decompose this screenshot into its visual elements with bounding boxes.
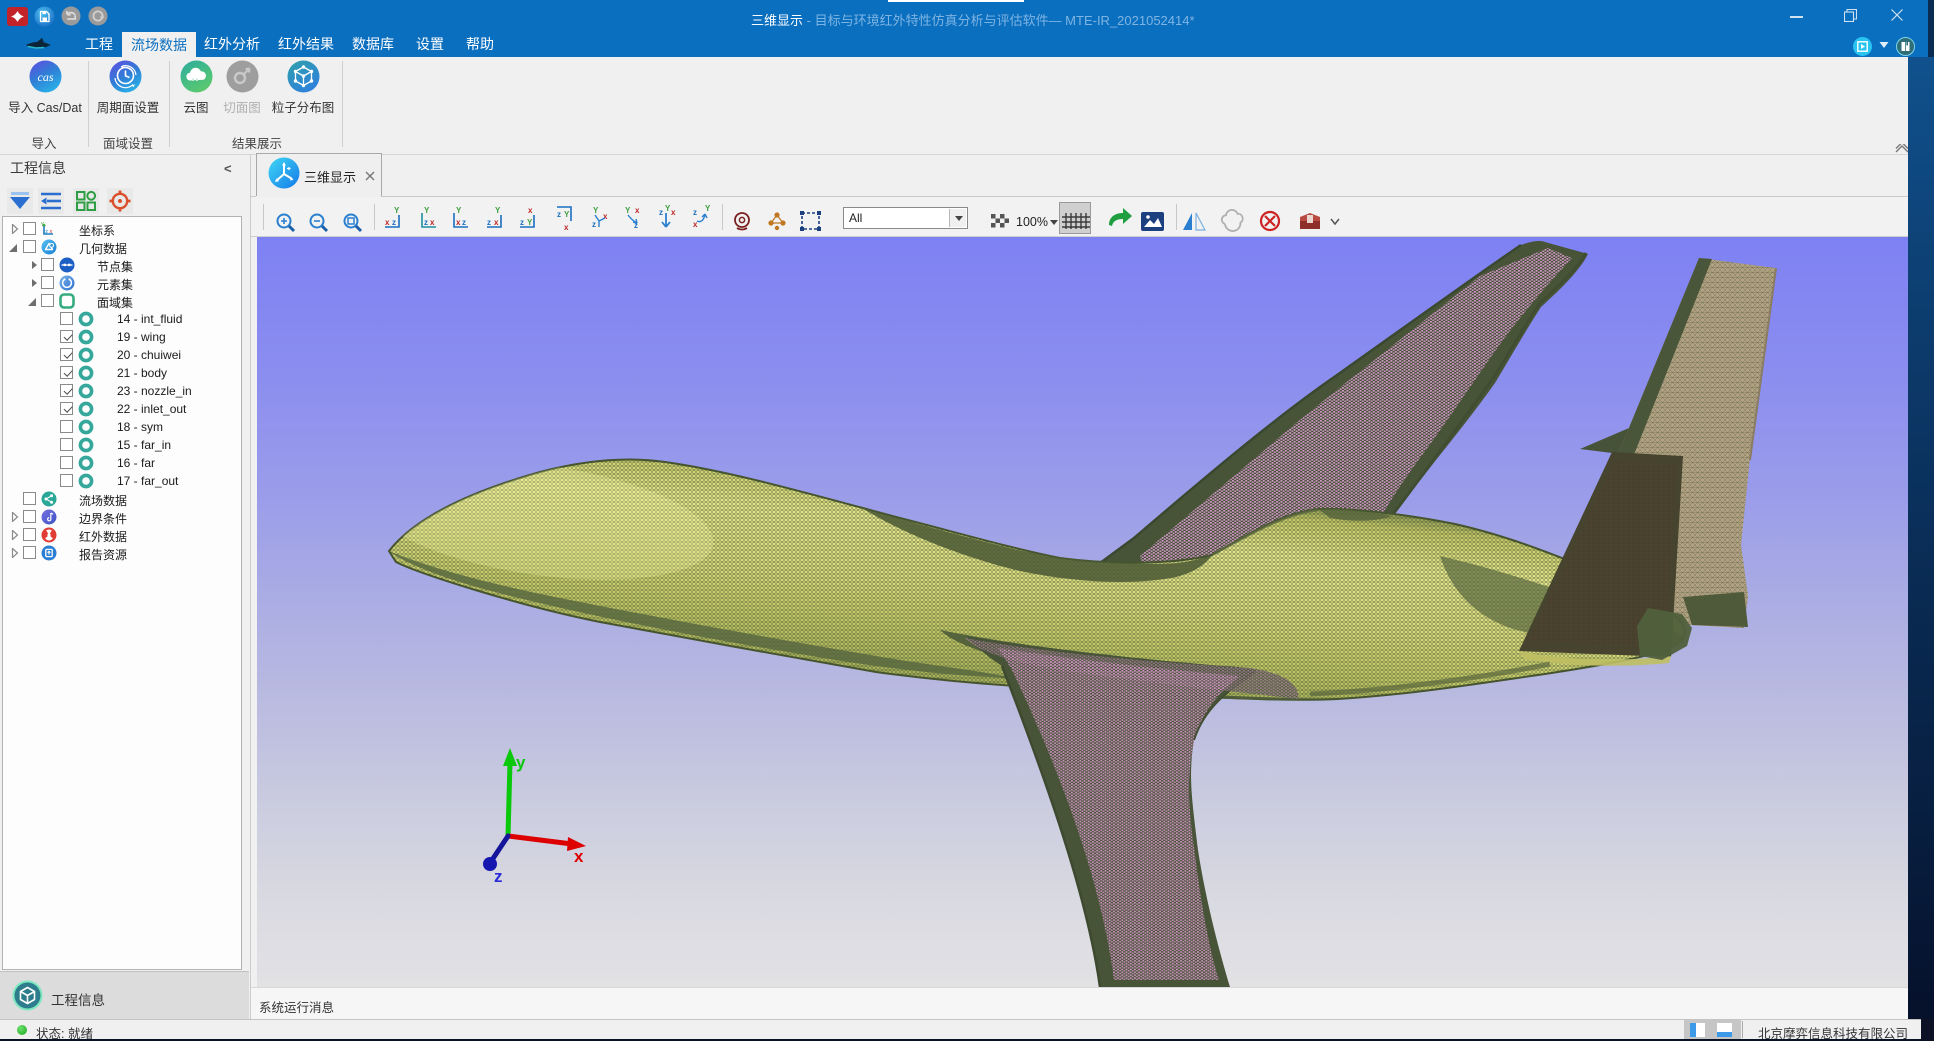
svg-text:Y: Y [527, 218, 533, 227]
svg-text:y: y [516, 753, 526, 772]
svg-text:100%: 100% [1016, 215, 1048, 229]
svg-text:cas: cas [38, 70, 54, 84]
svg-text:Y: Y [564, 210, 570, 219]
svg-text:x: x [574, 847, 584, 866]
svg-text:z: z [494, 867, 503, 886]
svg-text:x: x [494, 218, 499, 227]
svg-text:x: x [671, 208, 676, 217]
svg-text:Y: Y [495, 206, 501, 215]
svg-text:x: x [430, 218, 435, 227]
svg-text:z: z [592, 220, 596, 229]
svg-text:z: z [45, 229, 48, 235]
svg-text:z: z [424, 218, 428, 227]
svg-text:z: z [693, 208, 697, 217]
svg-text:Y: Y [593, 206, 599, 215]
svg-text:z: z [462, 218, 466, 227]
svg-text:Y: Y [41, 222, 45, 228]
svg-text:x: x [635, 206, 640, 215]
svg-text:Y: Y [705, 204, 711, 213]
svg-text:x: x [50, 229, 53, 235]
svg-text:z: z [392, 218, 396, 227]
svg-text:Y: Y [424, 206, 430, 215]
svg-text:z: z [659, 208, 663, 217]
svg-text:x: x [603, 212, 608, 221]
svg-text:Y: Y [625, 206, 631, 215]
svg-text:z: z [487, 218, 491, 227]
svg-text:z: z [520, 218, 524, 227]
svg-text:x: x [528, 206, 533, 215]
svg-text:Y: Y [456, 206, 462, 215]
svg-text:z: z [557, 210, 561, 219]
svg-text:x: x [385, 218, 390, 227]
svg-text:x: x [564, 223, 569, 232]
svg-text:Y: Y [394, 206, 400, 215]
svg-text:x: x [456, 218, 461, 227]
